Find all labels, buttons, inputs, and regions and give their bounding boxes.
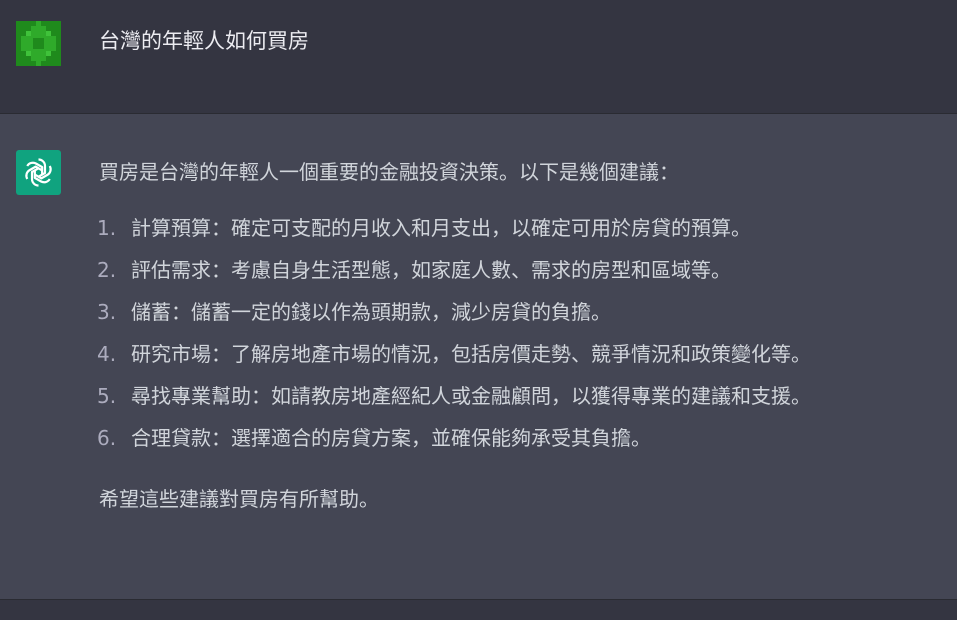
- list-item-text: 評估需求：考慮自身生活型態，如家庭人數、需求的房型和區域等。: [131, 258, 731, 282]
- suggestion-list: 1. 計算預算：確定可支配的月收入和月支出，以確定可用於房貸的預算。 2. 評估需求…: [97, 214, 949, 466]
- list-item: 3. 儲蓄：儲蓄一定的錢以作為頭期款，減少房貸的負擔。: [97, 298, 949, 340]
- list-item-text: 計算預算：確定可支配的月收入和月支出，以確定可用於房貸的預算。: [131, 216, 751, 240]
- assistant-message-body: 買房是台灣的年輕人一個重要的金融投資決策。以下是幾個建議： 1. 計算預算：確定可…: [97, 159, 949, 512]
- user-message-row: 台灣的年輕人如何買房: [0, 0, 957, 114]
- user-avatar-icon: [16, 21, 61, 66]
- list-item: 6. 合理貸款：選擇適合的房貸方案，並確保能夠承受其負擔。: [97, 424, 949, 466]
- list-item-text: 合理貸款：選擇適合的房貸方案，並確保能夠承受其負擔。: [131, 426, 651, 450]
- list-item-number: 4.: [97, 342, 117, 366]
- list-item-text: 儲蓄：儲蓄一定的錢以作為頭期款，減少房貸的負擔。: [131, 300, 611, 324]
- list-item: 5. 尋找專業幫助：如請教房地產經紀人或金融顧問，以獲得專業的建議和支援。: [97, 382, 949, 424]
- list-item: 2. 評估需求：考慮自身生活型態，如家庭人數、需求的房型和區域等。: [97, 256, 949, 298]
- list-item-number: 6.: [97, 426, 117, 450]
- list-item-text: 尋找專業幫助：如請教房地產經紀人或金融顧問，以獲得專業的建議和支援。: [131, 384, 811, 408]
- list-item-number: 1.: [97, 216, 117, 240]
- list-item-number: 2.: [97, 258, 117, 282]
- list-item: 4. 研究市場：了解房地產市場的情況，包括房價走勢、競爭情況和政策變化等。: [97, 340, 949, 382]
- openai-logo-icon: [16, 150, 61, 195]
- list-item: 1. 計算預算：確定可支配的月收入和月支出，以確定可用於房貸的預算。: [97, 214, 949, 256]
- list-item-number: 3.: [97, 300, 117, 324]
- assistant-outro-text: 希望這些建議對買房有所幫助。: [99, 487, 379, 511]
- list-item-text: 研究市場：了解房地產市場的情況，包括房價走勢、競爭情況和政策變化等。: [131, 342, 811, 366]
- assistant-message-row: 買房是台灣的年輕人一個重要的金融投資決策。以下是幾個建議： 1. 計算預算：確定可…: [0, 114, 957, 599]
- list-item-number: 5.: [97, 384, 117, 408]
- bottom-divider: [0, 599, 957, 620]
- user-message-text: 台灣的年輕人如何買房: [99, 29, 309, 53]
- assistant-intro-text: 買房是台灣的年輕人一個重要的金融投資決策。以下是幾個建議：: [99, 160, 679, 184]
